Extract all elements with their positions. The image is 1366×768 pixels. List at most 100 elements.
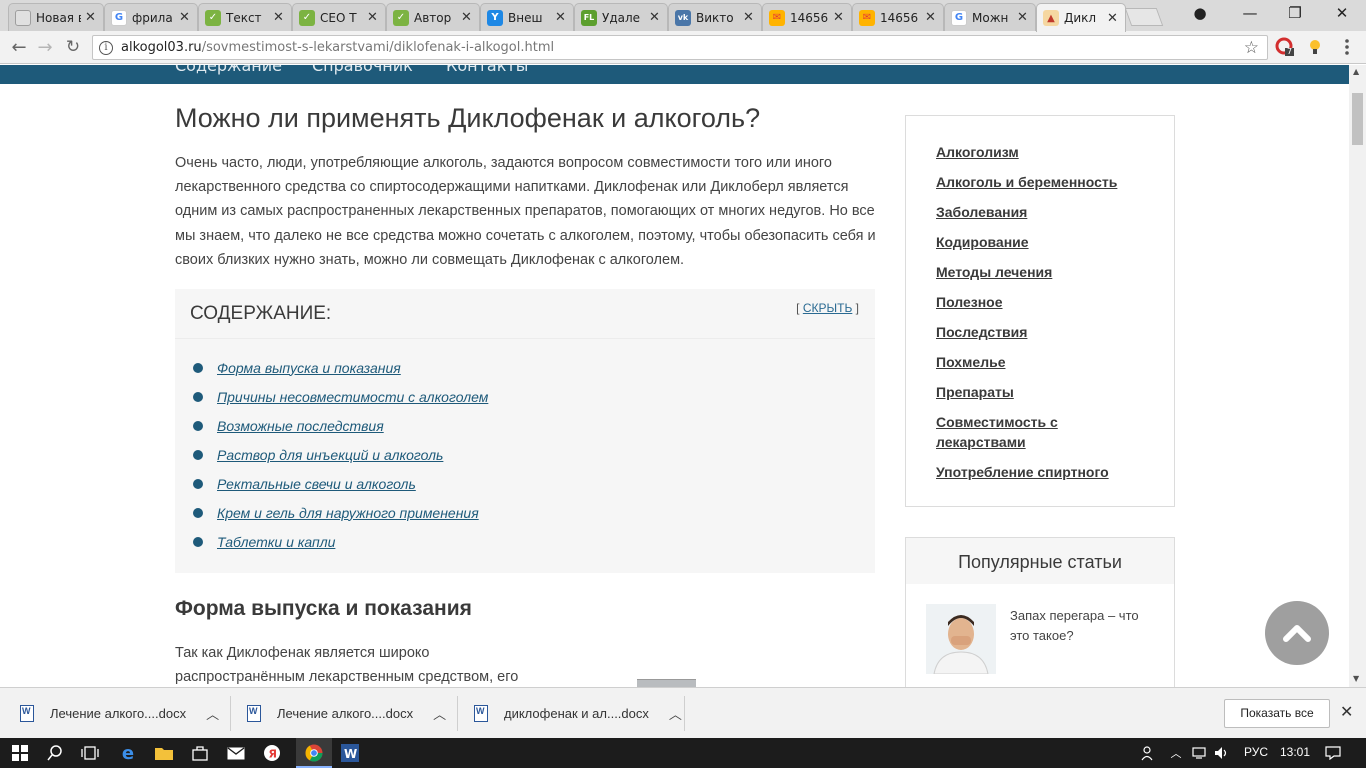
category-link[interactable]: Заболевания bbox=[936, 202, 1146, 222]
chevron-up-icon[interactable]: ︿ bbox=[206, 704, 219, 723]
profile-icon[interactable]: ● bbox=[1188, 4, 1212, 22]
browser-tab[interactable]: ✓ СЕО Т ✕ bbox=[292, 3, 386, 31]
popular-article-item[interactable]: Запах перегара – что это такое? bbox=[906, 584, 1174, 687]
taskbar-explorer[interactable] bbox=[146, 738, 182, 768]
language-indicator[interactable]: РУС bbox=[1244, 745, 1268, 759]
close-tab-icon[interactable]: ✕ bbox=[555, 10, 567, 25]
window-close-icon[interactable]: ✕ bbox=[1330, 4, 1354, 22]
network-icon[interactable] bbox=[1192, 744, 1208, 762]
category-link[interactable]: Полезное bbox=[936, 292, 1146, 312]
task-view-icon[interactable] bbox=[80, 744, 100, 762]
toc-link[interactable]: Раствор для инъекций и алкоголь bbox=[217, 447, 443, 463]
browser-tab[interactable]: vk Викто ✕ bbox=[668, 3, 762, 31]
category-link[interactable]: Алкоголизм bbox=[936, 142, 1146, 162]
lightbulb-extension-icon[interactable] bbox=[1305, 37, 1325, 57]
toc-hide-link[interactable]: СКРЫТЬ bbox=[803, 301, 853, 315]
toc-link[interactable]: Возможные последствия bbox=[217, 418, 384, 434]
close-shelf-icon[interactable]: ✕ bbox=[1340, 702, 1353, 721]
close-tab-icon[interactable]: ✕ bbox=[367, 10, 379, 25]
close-tab-icon[interactable]: ✕ bbox=[649, 10, 661, 25]
browser-tab-active[interactable]: ▲ Дикл ✕ bbox=[1036, 3, 1126, 32]
category-link[interactable]: Методы лечения bbox=[936, 262, 1146, 282]
category-link[interactable]: Похмелье bbox=[936, 352, 1146, 372]
category-link[interactable]: Совместимость с лекарствами bbox=[936, 412, 1146, 452]
chevron-up-icon[interactable]: ︿ bbox=[669, 704, 682, 723]
close-tab-icon[interactable]: ✕ bbox=[179, 10, 191, 25]
nav-item-contents[interactable]: Содержание bbox=[175, 65, 282, 75]
reload-icon[interactable]: ↻ bbox=[62, 37, 84, 57]
tray-expand-icon[interactable]: ︿ bbox=[1168, 744, 1184, 762]
browser-tab[interactable]: G Можн ✕ bbox=[944, 3, 1036, 31]
back-arrow-icon[interactable]: ← bbox=[8, 37, 30, 58]
chevron-up-icon bbox=[1283, 625, 1311, 642]
category-link[interactable]: Алкоголь и беременность bbox=[936, 172, 1146, 192]
forward-arrow-icon[interactable]: → bbox=[34, 37, 56, 58]
minimize-icon[interactable]: — bbox=[1238, 4, 1262, 22]
restore-icon[interactable]: ❐ bbox=[1283, 4, 1307, 22]
bookmark-star-icon[interactable]: ☆ bbox=[1244, 38, 1259, 58]
svg-text:Я: Я bbox=[269, 748, 277, 761]
taskbar-mail[interactable] bbox=[218, 738, 254, 768]
clock[interactable]: 13:01 bbox=[1280, 745, 1310, 759]
windows-start-icon[interactable] bbox=[10, 744, 30, 762]
scroll-to-top-button[interactable] bbox=[1265, 601, 1329, 665]
nav-item-contacts[interactable]: Контакты bbox=[446, 65, 528, 75]
download-item[interactable]: Лечение алкого....docx ︿ bbox=[20, 688, 219, 739]
category-link[interactable]: Препараты bbox=[936, 382, 1146, 402]
browser-tab[interactable]: Y Внеш ✕ bbox=[480, 3, 574, 31]
browser-tab[interactable]: ✉ 14656 ✕ bbox=[762, 3, 852, 31]
toc-link[interactable]: Крем и гель для наружного применения bbox=[217, 505, 479, 521]
nav-item-reference[interactable]: Справочник bbox=[312, 65, 413, 75]
volume-icon[interactable] bbox=[1214, 744, 1230, 762]
browser-tab[interactable]: Новая вкл✕ bbox=[8, 3, 104, 31]
chrome-menu-icon[interactable] bbox=[1337, 37, 1357, 57]
close-tab-icon[interactable]: ✕ bbox=[1107, 11, 1119, 26]
close-tab-icon[interactable]: ✕ bbox=[743, 10, 755, 25]
word-icon: W bbox=[341, 744, 359, 762]
toc-hide-toggle[interactable]: [ СКРЫТЬ ] bbox=[796, 301, 859, 315]
info-icon[interactable]: i bbox=[99, 40, 113, 55]
close-tab-icon[interactable]: ✕ bbox=[273, 10, 285, 25]
toc-link[interactable]: Форма выпуска и показания bbox=[217, 360, 401, 376]
close-tab-icon[interactable]: ✕ bbox=[85, 10, 97, 25]
taskbar-edge[interactable]: e bbox=[110, 738, 146, 768]
toc-link[interactable]: Причины несовместимости с алкоголем bbox=[217, 389, 488, 405]
show-all-downloads-button[interactable]: Показать все bbox=[1224, 699, 1330, 728]
close-tab-icon[interactable]: ✕ bbox=[461, 10, 473, 25]
scroll-up-arrow-icon[interactable]: ▲ bbox=[1353, 67, 1359, 76]
opera-extension-icon[interactable]: 7 bbox=[1275, 37, 1295, 57]
taskbar-word[interactable]: W bbox=[332, 738, 368, 768]
category-link[interactable]: Употребление спиртного bbox=[936, 462, 1146, 482]
taskbar-yandex[interactable]: Я bbox=[254, 738, 290, 768]
bullet-icon bbox=[193, 507, 203, 518]
close-tab-icon[interactable]: ✕ bbox=[833, 10, 845, 25]
toc-link[interactable]: Таблетки и капли bbox=[217, 534, 335, 550]
popular-article-link[interactable]: Запах перегара – что это такое? bbox=[1010, 606, 1160, 646]
taskbar-chrome[interactable] bbox=[296, 738, 332, 768]
scrollbar-thumb[interactable] bbox=[1352, 93, 1363, 145]
browser-tab[interactable]: ✉ 14656 ✕ bbox=[852, 3, 944, 31]
article-thumbnail[interactable] bbox=[926, 604, 996, 674]
browser-tab[interactable]: ✓ Автор ✕ bbox=[386, 3, 480, 31]
new-tab-button[interactable] bbox=[1124, 8, 1164, 26]
people-icon[interactable] bbox=[1140, 744, 1158, 762]
address-bar[interactable]: i alkogol03.ru/sovmestimost-s-lekarstvam… bbox=[92, 35, 1268, 60]
chevron-up-icon[interactable]: ︿ bbox=[433, 704, 446, 723]
search-icon[interactable] bbox=[45, 744, 65, 762]
scroll-down-arrow-icon[interactable]: ▼ bbox=[1353, 674, 1359, 683]
close-tab-icon[interactable]: ✕ bbox=[1017, 10, 1029, 25]
download-item[interactable]: диклофенак и ал....docx ︿ bbox=[474, 688, 682, 739]
notifications-icon[interactable] bbox=[1324, 744, 1342, 762]
page-scrollbar[interactable]: ▲ ▼ bbox=[1349, 65, 1366, 687]
taskbar-store[interactable] bbox=[182, 738, 218, 768]
category-link[interactable]: Кодирование bbox=[936, 232, 1146, 252]
browser-tab[interactable]: FL Удале ✕ bbox=[574, 3, 668, 31]
category-link[interactable]: Последствия bbox=[936, 322, 1146, 342]
url-path: /sovmestimost-s-lekarstvami/diklofenak-i… bbox=[201, 40, 555, 55]
download-item[interactable]: Лечение алкого....docx ︿ bbox=[247, 688, 446, 739]
toc-link[interactable]: Ректальные свечи и алкоголь bbox=[217, 476, 416, 492]
browser-tab[interactable]: G фрила ✕ bbox=[104, 3, 198, 31]
close-tab-icon[interactable]: ✕ bbox=[925, 10, 937, 25]
mail-icon: ✉ bbox=[769, 9, 785, 26]
browser-tab[interactable]: ✓ Текст ✕ bbox=[198, 3, 292, 31]
